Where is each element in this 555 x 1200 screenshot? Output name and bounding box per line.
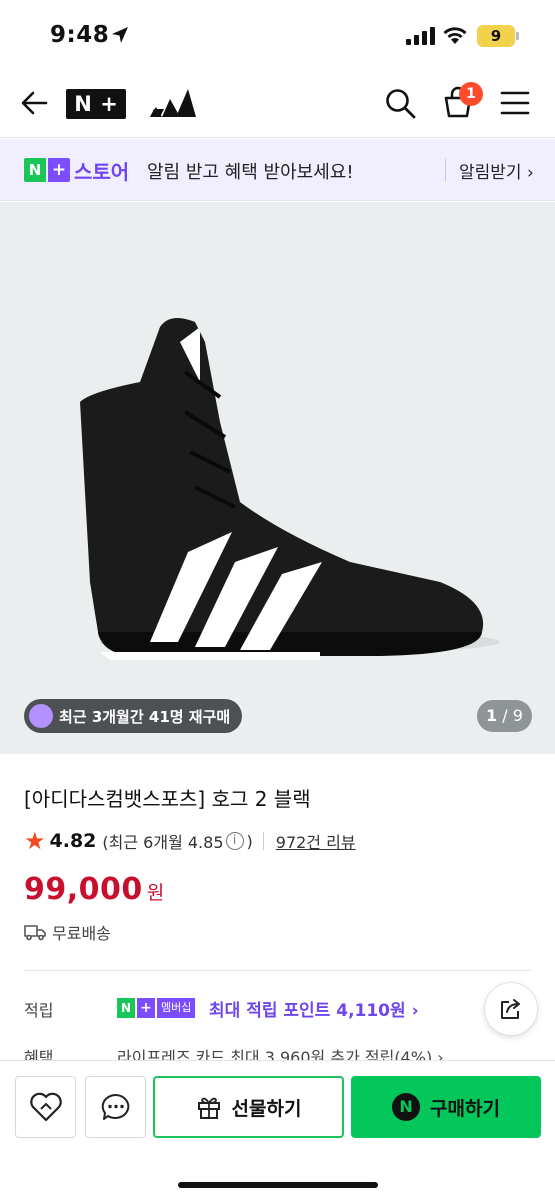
membership-badge-text: 멤버십 [157, 998, 196, 1018]
recent-rating: (최근 6개월 4.85 [102, 833, 224, 852]
max-points-link[interactable]: 최대 적립 포인트 4,110원 › [209, 996, 419, 1021]
gift-icon [197, 1097, 220, 1119]
gift-button-label: 선물하기 [231, 1097, 302, 1120]
bottom-action-bar: 선물하기 N 구매하기 [0, 1060, 555, 1200]
membership-badge-n: N [117, 998, 135, 1018]
rating-divider [262, 832, 264, 850]
wishlist-button[interactable] [15, 1076, 76, 1138]
share-button[interactable] [484, 982, 538, 1036]
status-bar: 9:48 9 [0, 0, 555, 70]
banner-divider [445, 159, 446, 181]
notify-button[interactable]: 알림받기 › [459, 158, 534, 183]
price-row: 99,000 원 [24, 872, 164, 907]
talk-chat-button[interactable] [85, 1076, 146, 1138]
battery-indicator: 9 [477, 25, 519, 47]
cellular-signal-icon [406, 27, 435, 45]
store-notification-banner: N + 스토어 알림 받고 혜택 받아보세요! 알림받기 › [0, 139, 555, 201]
product-image-gallery[interactable]: 최근 3개월간 41명 재구매 1 / 9 [0, 202, 555, 754]
info-icon[interactable]: i [225, 832, 244, 850]
hamburger-menu-icon[interactable] [500, 89, 530, 117]
image-counter: 1 / 9 [477, 700, 532, 732]
delivery-row: 무료배송 [24, 920, 111, 944]
points-label: 적립 [24, 1001, 54, 1020]
price-value: 99,000 [24, 872, 143, 907]
product-shoe-image [80, 318, 500, 660]
gift-button[interactable]: 선물하기 [153, 1076, 344, 1138]
buy-button-label: 구매하기 [430, 1097, 500, 1120]
membership-badge: N + 멤버십 [117, 998, 196, 1018]
badge-plus: + [48, 158, 70, 182]
points-row[interactable]: 적립 N + 멤버십 최대 적립 포인트 4,110원 › [24, 995, 531, 1023]
banner-message: 알림 받고 혜택 받아보세요! [147, 162, 354, 183]
status-time: 9:48 [50, 22, 110, 48]
delivery-text: 무료배송 [52, 924, 111, 943]
wifi-icon [443, 27, 467, 44]
product-title: [아디다스컴뱃스포츠] 호그 2 블랙 [24, 787, 311, 811]
badge-n: N [24, 158, 46, 182]
store-name: 스토어 [74, 160, 130, 184]
naver-plus-store-badge: N + [24, 158, 70, 182]
adidas-logo-icon[interactable] [150, 87, 196, 119]
price-unit: 원 [146, 882, 165, 904]
search-icon[interactable] [383, 86, 417, 120]
cart-count-badge: 1 [459, 82, 483, 106]
logo-n: N [74, 92, 92, 116]
share-icon [501, 999, 520, 1019]
membership-badge-plus: + [137, 998, 155, 1018]
rating-row: ★ 4.82 (최근 6개월 4.85 i ) 972건 리뷰 [24, 829, 356, 853]
recent-rating-close: ) [246, 831, 253, 851]
image-total: / 9 [502, 706, 523, 725]
delivery-truck-icon [24, 925, 46, 941]
naver-pay-icon: N [392, 1093, 421, 1121]
logo-plus: + [100, 92, 118, 116]
location-arrow-icon [112, 27, 128, 43]
home-indicator [178, 1182, 378, 1188]
review-count-link[interactable]: 972건 리뷰 [276, 829, 356, 853]
naver-plus-logo[interactable]: N + [66, 89, 126, 119]
heart-icon [29, 1092, 62, 1122]
chat-bubble-icon [101, 1093, 129, 1120]
rating-value: 4.82 [49, 830, 97, 852]
image-current-index: 1 [486, 706, 498, 725]
bag-icon [29, 704, 53, 728]
repurchase-text: 최근 3개월간 41명 재구매 [59, 707, 231, 726]
star-icon: ★ [24, 827, 46, 855]
buy-button[interactable]: N 구매하기 [351, 1076, 541, 1138]
section-divider [24, 970, 531, 971]
back-arrow-icon[interactable] [18, 86, 52, 120]
repurchase-badge: 최근 3개월간 41명 재구매 [24, 699, 243, 733]
